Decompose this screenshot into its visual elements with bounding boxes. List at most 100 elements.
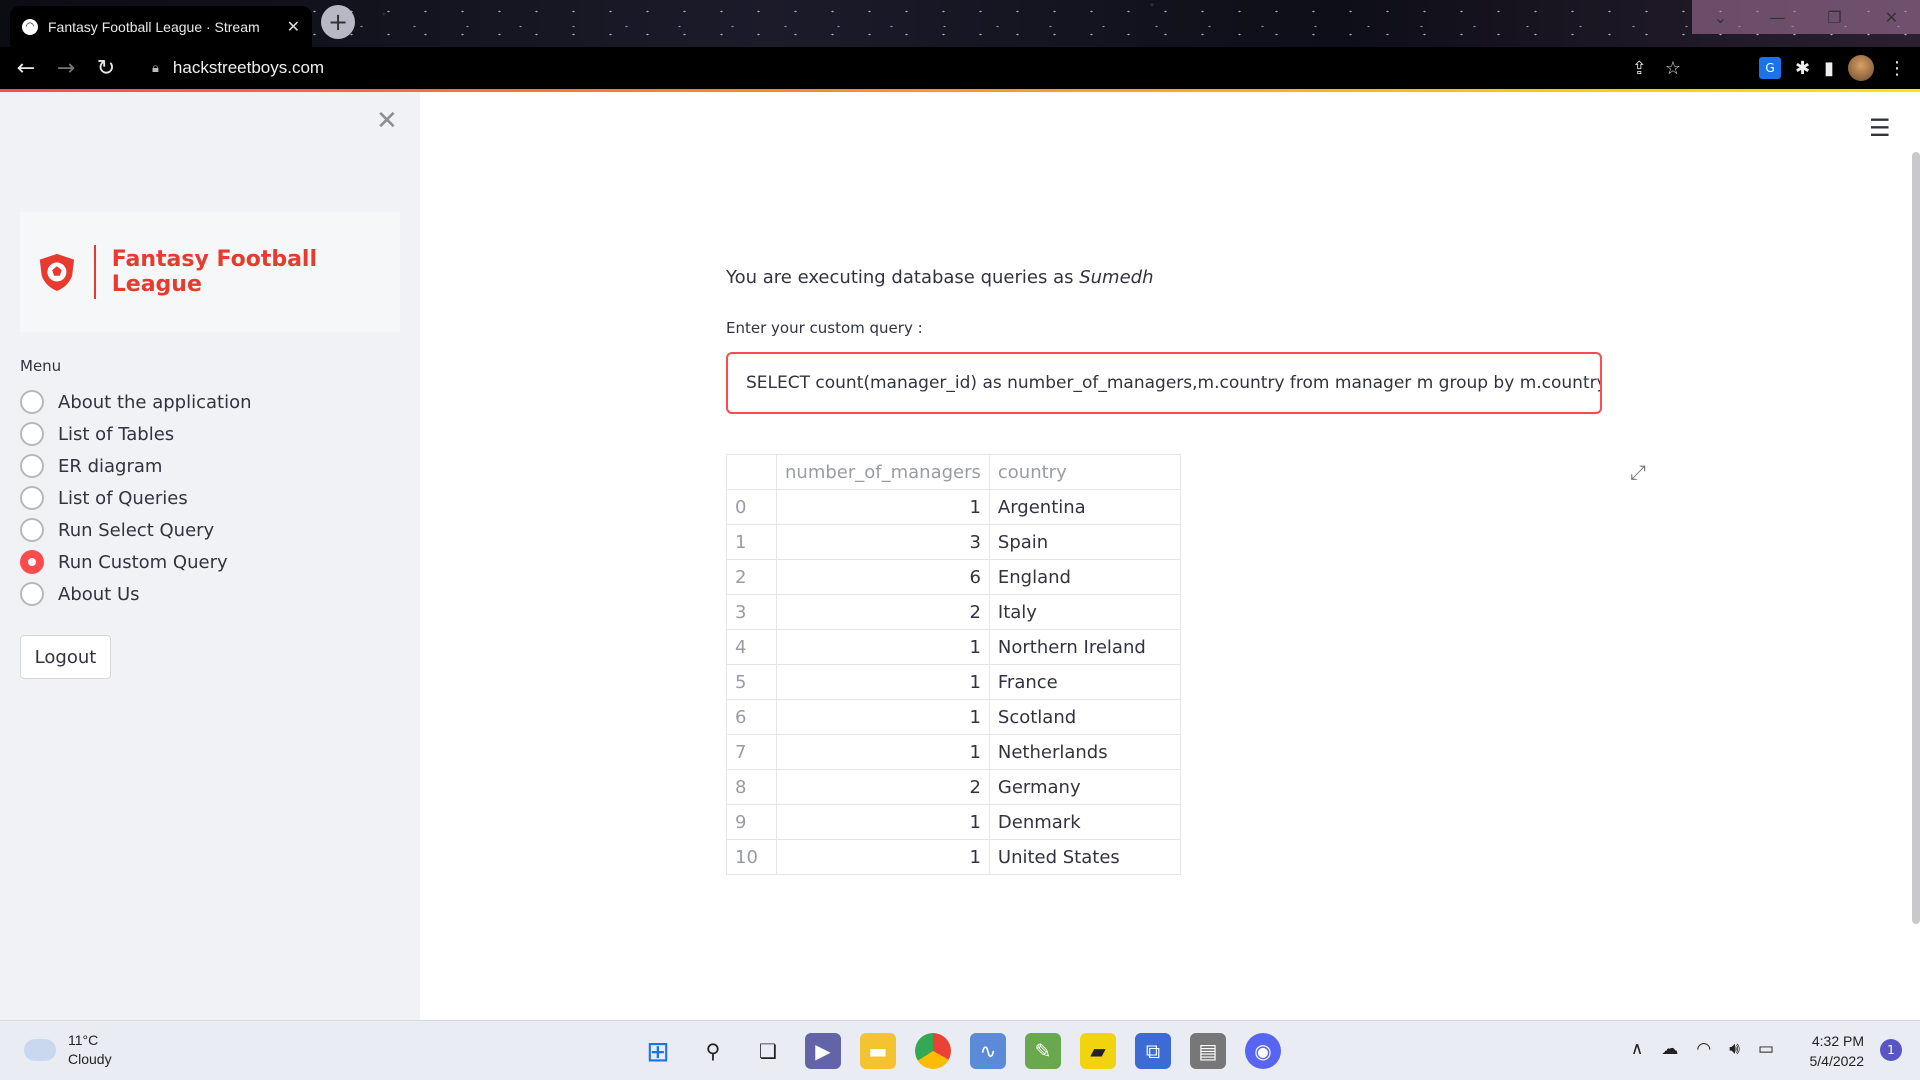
performance-monitor-icon[interactable]: ∿ xyxy=(970,1033,1006,1069)
side-panel-icon[interactable]: ▮ xyxy=(1824,58,1834,79)
menu-item-label: List of Queries xyxy=(58,487,188,509)
clock[interactable]: 4:32 PM 5/4/2022 xyxy=(1810,1031,1865,1071)
number-of-managers-cell[interactable]: 1 xyxy=(776,734,990,770)
number-of-managers-cell[interactable]: 1 xyxy=(776,664,990,700)
forward-icon[interactable]: → xyxy=(46,48,86,88)
battery-icon[interactable]: ▭ xyxy=(1758,1039,1774,1059)
table-row: 0 1 Argentina xyxy=(726,489,1181,525)
hamburger-menu-icon[interactable]: ☰ xyxy=(1869,114,1891,142)
column-header-number-of-managers[interactable]: number_of_managers xyxy=(776,454,990,490)
number-of-managers-cell[interactable]: 1 xyxy=(776,629,990,665)
number-of-managers-cell[interactable]: 1 xyxy=(776,699,990,735)
number-of-managers-cell[interactable]: 3 xyxy=(776,524,990,560)
country-cell[interactable]: United States xyxy=(988,839,1181,875)
wifi-icon[interactable]: ◠ xyxy=(1696,1039,1711,1059)
menu-item-run-select-query[interactable]: Run Select Query xyxy=(20,514,252,546)
index-column-header[interactable] xyxy=(726,454,777,490)
restore-button[interactable]: ❐ xyxy=(1806,0,1863,34)
menu-item-about-application[interactable]: About the application xyxy=(20,386,252,418)
file-explorer-icon[interactable]: ▬ xyxy=(860,1033,896,1069)
back-icon[interactable]: ← xyxy=(6,48,46,88)
country-cell[interactable]: Netherlands xyxy=(988,734,1181,770)
weather-widget[interactable]: 11°C Cloudy xyxy=(24,1031,112,1069)
row-index[interactable]: 6 xyxy=(726,699,777,735)
network-app-icon[interactable]: ⧉ xyxy=(1135,1033,1171,1069)
radio-button[interactable] xyxy=(20,518,44,542)
row-index[interactable]: 10 xyxy=(726,839,777,875)
notification-badge[interactable]: 1 xyxy=(1880,1039,1902,1061)
volume-icon[interactable]: 🔊︎ xyxy=(1729,1039,1740,1059)
number-of-managers-cell[interactable]: 2 xyxy=(776,594,990,630)
number-of-managers-cell[interactable]: 2 xyxy=(776,769,990,805)
number-of-managers-cell[interactable]: 6 xyxy=(776,559,990,595)
reload-icon[interactable]: ↻ xyxy=(86,48,126,88)
number-of-managers-cell[interactable]: 1 xyxy=(776,489,990,525)
discord-icon[interactable]: ◉ xyxy=(1245,1033,1281,1069)
country-cell[interactable]: Italy xyxy=(988,594,1181,630)
sidebar: ✕ Fantasy Football League Menu About the… xyxy=(0,92,420,1020)
row-index[interactable]: 2 xyxy=(726,559,777,595)
sticky-notes-icon[interactable]: ▰ xyxy=(1080,1033,1116,1069)
task-view-icon[interactable]: ❏ xyxy=(750,1033,786,1069)
row-index[interactable]: 1 xyxy=(726,524,777,560)
google-translate-icon[interactable]: G xyxy=(1759,57,1781,79)
row-index[interactable]: 5 xyxy=(726,664,777,700)
country-cell[interactable]: Argentina xyxy=(988,489,1181,525)
menu-item-run-custom-query[interactable]: Run Custom Query xyxy=(20,546,252,578)
tab-close-icon[interactable]: ✕ xyxy=(287,17,300,36)
paint-icon[interactable]: ✎ xyxy=(1025,1033,1061,1069)
custom-query-input[interactable]: SELECT count(manager_id) as number_of_ma… xyxy=(726,352,1602,414)
menu-item-about-us[interactable]: About Us xyxy=(20,578,252,610)
chrome-icon[interactable] xyxy=(915,1033,951,1069)
radio-button[interactable] xyxy=(20,422,44,446)
country-cell[interactable]: Spain xyxy=(988,524,1181,560)
row-index[interactable]: 8 xyxy=(726,769,777,805)
radio-button[interactable] xyxy=(20,390,44,414)
vpn-app-icon[interactable]: ▤ xyxy=(1190,1033,1226,1069)
radio-button[interactable] xyxy=(20,454,44,478)
bookmark-star-icon[interactable]: ☆ xyxy=(1665,58,1681,79)
close-window-button[interactable]: ✕ xyxy=(1863,0,1920,34)
menu-item-er-diagram[interactable]: ER diagram xyxy=(20,450,252,482)
country-cell[interactable]: England xyxy=(988,559,1181,595)
teams-chat-icon[interactable]: ▶ xyxy=(805,1033,841,1069)
show-hidden-icons-icon[interactable]: ∧ xyxy=(1631,1039,1643,1059)
menu-item-list-of-queries[interactable]: List of Queries xyxy=(20,482,252,514)
number-of-managers-cell[interactable]: 1 xyxy=(776,804,990,840)
tab-search-icon[interactable]: ⌄ xyxy=(1692,0,1749,34)
extensions-puzzle-icon[interactable]: ✱ xyxy=(1795,58,1810,79)
windows-start-icon[interactable]: ⊞ xyxy=(640,1033,676,1069)
browser-menu-icon[interactable]: ⋮ xyxy=(1888,58,1906,79)
row-index[interactable]: 4 xyxy=(726,629,777,665)
address-bar[interactable]: 🔒︎ hackstreetboys.com ⇪ ☆ xyxy=(138,51,1703,85)
number-of-managers-cell[interactable]: 1 xyxy=(776,839,990,875)
close-sidebar-icon[interactable]: ✕ xyxy=(376,106,398,136)
country-cell[interactable]: France xyxy=(988,664,1181,700)
radio-button-selected[interactable] xyxy=(20,550,44,574)
browser-tab[interactable]: ◠ Fantasy Football League · Stream ✕ xyxy=(10,6,312,47)
row-index[interactable]: 7 xyxy=(726,734,777,770)
table-row: 3 2 Italy xyxy=(726,594,1181,630)
share-icon[interactable]: ⇪ xyxy=(1632,58,1647,79)
minimize-button[interactable]: — xyxy=(1749,0,1806,34)
radio-button[interactable] xyxy=(20,486,44,510)
current-user: Sumedh xyxy=(1079,267,1154,288)
country-cell[interactable]: Northern Ireland xyxy=(988,629,1181,665)
fullscreen-expand-icon[interactable]: ⤢ xyxy=(1630,460,1646,484)
country-cell[interactable]: Scotland xyxy=(988,699,1181,735)
country-cell[interactable]: Denmark xyxy=(988,804,1181,840)
new-tab-button[interactable]: + xyxy=(321,5,355,39)
row-index[interactable]: 9 xyxy=(726,804,777,840)
onedrive-icon[interactable]: ☁ xyxy=(1661,1039,1678,1059)
column-header-country[interactable]: country xyxy=(988,454,1181,490)
country-cell[interactable]: Germany xyxy=(988,769,1181,805)
row-index[interactable]: 0 xyxy=(726,489,777,525)
table-row: 5 1 France xyxy=(726,664,1181,700)
scrollbar[interactable] xyxy=(1912,152,1920,924)
row-index[interactable]: 3 xyxy=(726,594,777,630)
profile-avatar[interactable] xyxy=(1848,55,1874,81)
menu-item-list-of-tables[interactable]: List of Tables xyxy=(20,418,252,450)
radio-button[interactable] xyxy=(20,582,44,606)
logout-button[interactable]: Logout xyxy=(20,635,111,679)
search-icon[interactable]: ⚲ xyxy=(695,1033,731,1069)
